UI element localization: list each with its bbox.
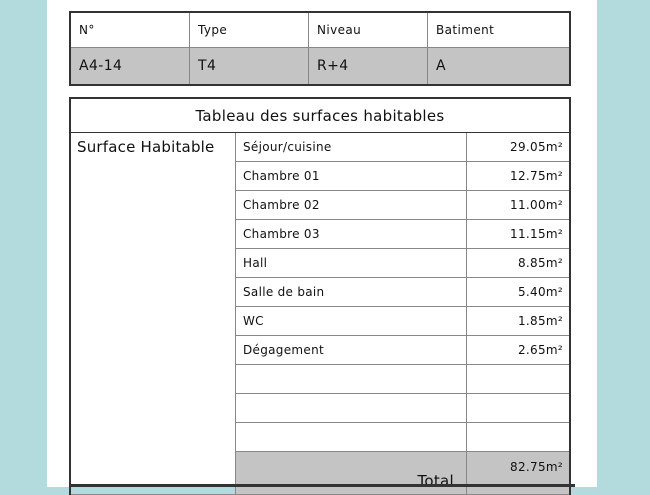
room-name: WC [235,306,467,336]
room-area: 29.05m² [466,132,571,162]
table-row: Surface Habitable Séjour/cuisine 29.05m² [70,132,571,495]
room-name: Chambre 01 [235,161,467,191]
surfaces-table: Tableau des surfaces habitables Surface … [69,97,571,495]
room-area: 12.75m² [466,161,571,191]
room-name [235,393,467,423]
value-type: T4 [189,47,309,85]
room-name: Hall [235,248,467,278]
room-area: 2.65m² [466,335,571,365]
apartment-info-table: N° Type Niveau Batiment A4-14 T4 R+4 A [69,11,571,86]
room-area: 11.15m² [466,219,571,249]
value-number: A4-14 [70,47,190,85]
room-name: Salle de bain [235,277,467,307]
room-area [466,393,571,423]
header-number: N° [79,23,95,37]
room-name: Chambre 03 [235,219,467,249]
room-area: 8.85m² [466,248,571,278]
room-name [235,364,467,394]
total-label: Total [235,451,467,495]
surface-habitable-label: Surface Habitable [70,132,236,495]
info-header-row: N° Type Niveau Batiment [70,12,570,48]
total-value: 82.75m² [466,451,571,495]
surfaces-title: Tableau des surfaces habitables [70,97,570,133]
header-level: Niveau [308,12,428,48]
room-area: 1.85m² [466,306,571,336]
value-building: A [427,47,570,85]
info-values-row: A4-14 T4 R+4 A [70,47,570,85]
room-name: Séjour/cuisine [235,132,467,162]
room-name: Chambre 02 [235,190,467,220]
room-area: 5.40m² [466,277,571,307]
value-level: R+4 [308,47,428,85]
header-type: Type [189,12,309,48]
room-area [466,422,571,452]
room-area: 11.00m² [466,190,571,220]
room-name: Dégagement [235,335,467,365]
header-building: Batiment [427,12,570,48]
document-sheet: N° Type Niveau Batiment A4-14 T4 R+4 A T… [47,0,597,495]
surfaces-title-row: Tableau des surfaces habitables [70,97,570,133]
room-name [235,422,467,452]
room-area [466,364,571,394]
